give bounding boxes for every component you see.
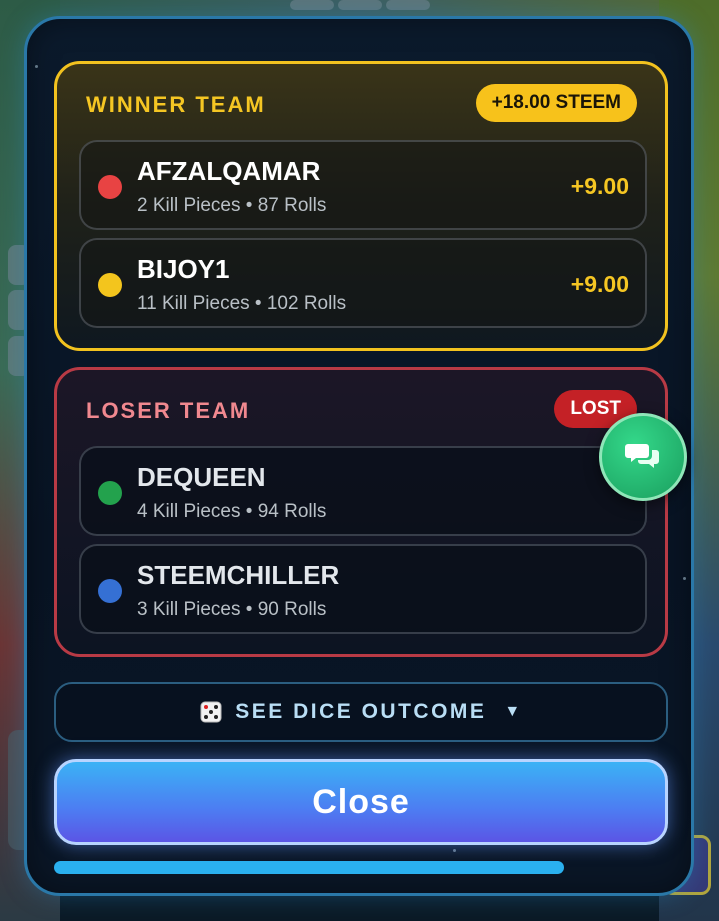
player-stats: 3 Kill Pieces • 90 Rolls bbox=[137, 599, 327, 620]
player-stats: 2 Kill Pieces • 87 Rolls bbox=[137, 195, 327, 216]
dice-icon bbox=[199, 700, 223, 724]
background-tile bbox=[386, 0, 430, 10]
caret-down-icon: ▼ bbox=[504, 703, 523, 720]
loser-team-panel: LOSER TEAM LOST DEQUEEN 4 Kill Pieces • … bbox=[54, 367, 668, 657]
red-player-dot-icon bbox=[98, 175, 122, 199]
star-decoration bbox=[35, 65, 38, 68]
progress-bar bbox=[54, 861, 564, 874]
game-result-modal: WINNER TEAM +18.00 STEEM AFZALQAMAR 2 Ki… bbox=[24, 16, 694, 896]
player-row-afzalqamar: AFZALQAMAR 2 Kill Pieces • 87 Rolls +9.0… bbox=[79, 140, 647, 230]
see-dice-outcome-button[interactable]: SEE DICE OUTCOME ▼ bbox=[54, 682, 668, 742]
player-name: DEQUEEN bbox=[137, 462, 266, 492]
background-tile bbox=[290, 0, 334, 10]
player-row-dequeen: DEQUEEN 4 Kill Pieces • 94 Rolls bbox=[79, 446, 647, 536]
background-tile bbox=[338, 0, 382, 10]
player-stats: 11 Kill Pieces • 102 Rolls bbox=[137, 293, 347, 314]
loser-team-title: LOSER TEAM bbox=[86, 398, 251, 423]
player-row-bijoy1: BIJOY1 11 Kill Pieces • 102 Rolls +9.00 bbox=[79, 238, 647, 328]
winner-team-panel: WINNER TEAM +18.00 STEEM AFZALQAMAR 2 Ki… bbox=[54, 61, 668, 351]
player-score: +9.00 bbox=[570, 173, 629, 199]
player-name: BIJOY1 bbox=[137, 254, 230, 284]
close-button[interactable]: Close bbox=[54, 759, 668, 845]
green-player-dot-icon bbox=[98, 481, 122, 505]
player-row-steemchiller: STEEMCHILLER 3 Kill Pieces • 90 Rolls bbox=[79, 544, 647, 634]
winner-team-title: WINNER TEAM bbox=[86, 92, 266, 117]
chat-bubbles-icon bbox=[625, 440, 661, 475]
winnings-badge: +18.00 STEEM bbox=[475, 84, 637, 122]
player-name: AFZALQAMAR bbox=[137, 156, 321, 186]
yellow-player-dot-icon bbox=[98, 273, 122, 297]
star-decoration bbox=[683, 577, 686, 580]
player-name: STEEMCHILLER bbox=[137, 560, 340, 590]
star-decoration bbox=[453, 849, 456, 852]
player-score: +9.00 bbox=[570, 271, 629, 297]
player-stats: 4 Kill Pieces • 94 Rolls bbox=[137, 501, 327, 522]
blue-player-dot-icon bbox=[98, 579, 122, 603]
see-dice-outcome-label: SEE DICE OUTCOME bbox=[235, 700, 487, 723]
chat-button[interactable] bbox=[599, 413, 687, 501]
